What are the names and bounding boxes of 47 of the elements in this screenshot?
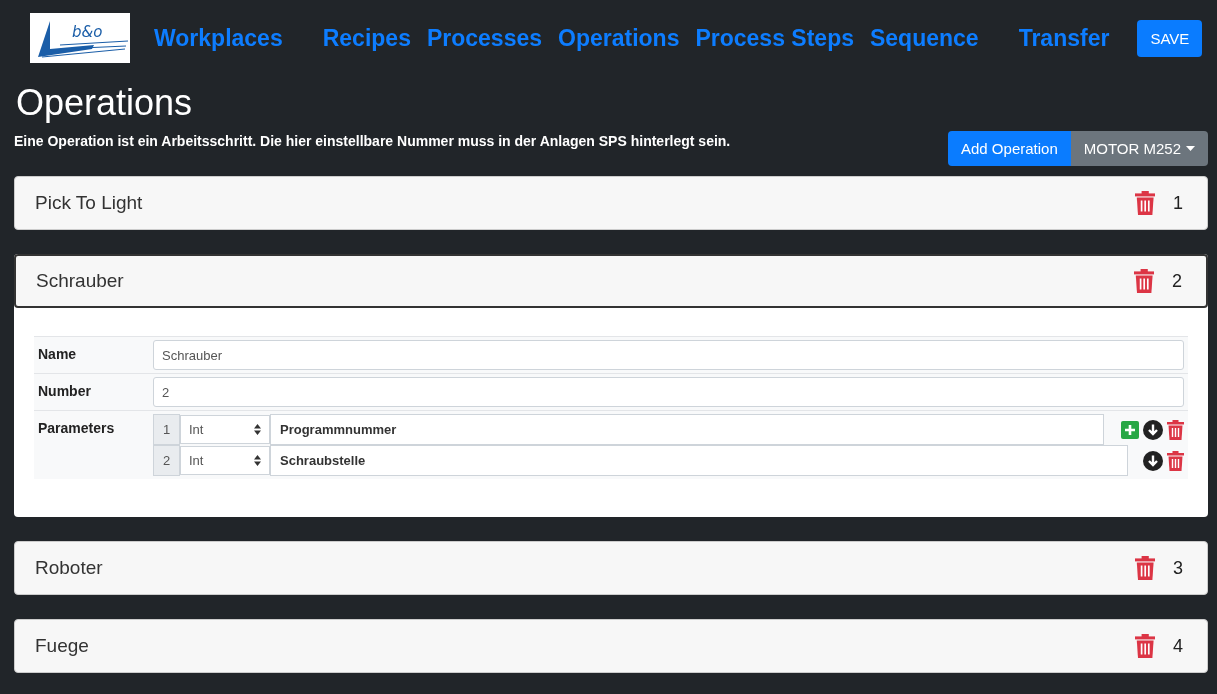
trash-icon[interactable] [1134, 634, 1155, 658]
add-operation-button[interactable]: Add Operation [948, 131, 1071, 166]
arrow-down-circle-icon[interactable] [1143, 419, 1163, 440]
operation-header[interactable]: Fuege 4 [14, 619, 1208, 673]
sort-icon [254, 455, 261, 466]
operation-name: Schrauber [36, 270, 125, 292]
operation-number: 1 [1173, 192, 1184, 214]
machine-dropdown[interactable]: MOTOR M252 [1070, 131, 1208, 166]
operation-number: 3 [1173, 557, 1184, 579]
trash-icon[interactable] [1167, 450, 1184, 471]
input-field[interactable]: Schraubstelle [270, 445, 1128, 476]
field-label: Name [38, 345, 78, 364]
type-select[interactable]: Int [180, 446, 270, 475]
nav-link[interactable]: Process Steps [695, 24, 854, 52]
page-title: Operations [16, 82, 194, 124]
page-description: Eine Operation ist ein Arbeitsschritt. Die hier einstellbare Nummer muss in der Anlagen SPS hinterlegt sein. [14, 133, 731, 149]
input-field[interactable]: Schrauber [153, 340, 1184, 370]
save-button[interactable]: SAVE [1137, 19, 1203, 57]
nav-link[interactable]: Operations [558, 24, 680, 52]
arrow-down-circle-icon[interactable] [1143, 450, 1163, 471]
input-field[interactable]: Programmnummer [270, 414, 1104, 445]
trash-icon[interactable] [1167, 419, 1184, 440]
operation-number: 4 [1173, 635, 1184, 657]
sort-icon [254, 424, 261, 435]
nav-link[interactable]: Workplaces [154, 24, 283, 52]
operation-name: Pick To Light [35, 192, 144, 214]
trash-icon[interactable] [1134, 556, 1155, 580]
nav-link[interactable]: Sequence [869, 24, 979, 52]
nav-link[interactable]: Processes [426, 24, 542, 52]
parameter-index: 2 [153, 445, 180, 476]
operation-name: Fuege [35, 635, 90, 657]
trash-icon[interactable] [1133, 269, 1154, 293]
logo: b&o [30, 13, 130, 63]
operation-header[interactable]: Pick To Light 1 [14, 176, 1208, 230]
trash-icon[interactable] [1134, 191, 1155, 215]
input-field[interactable]: 2 [153, 377, 1184, 407]
operation-name: Roboter [35, 557, 104, 579]
nav-link[interactable]: Transfer [1018, 24, 1110, 52]
caret-icon [1186, 146, 1195, 151]
field-label: Number [38, 382, 92, 401]
field-label: Parameters [38, 419, 116, 438]
operation-header[interactable]: Roboter 3 [14, 541, 1208, 595]
operation-number: 2 [1172, 270, 1183, 292]
nav-link[interactable]: Recipes [322, 24, 411, 52]
type-select[interactable]: Int [180, 415, 270, 444]
parameter-index: 1 [153, 414, 180, 445]
operation-header[interactable]: Schrauber 2 [14, 254, 1208, 308]
